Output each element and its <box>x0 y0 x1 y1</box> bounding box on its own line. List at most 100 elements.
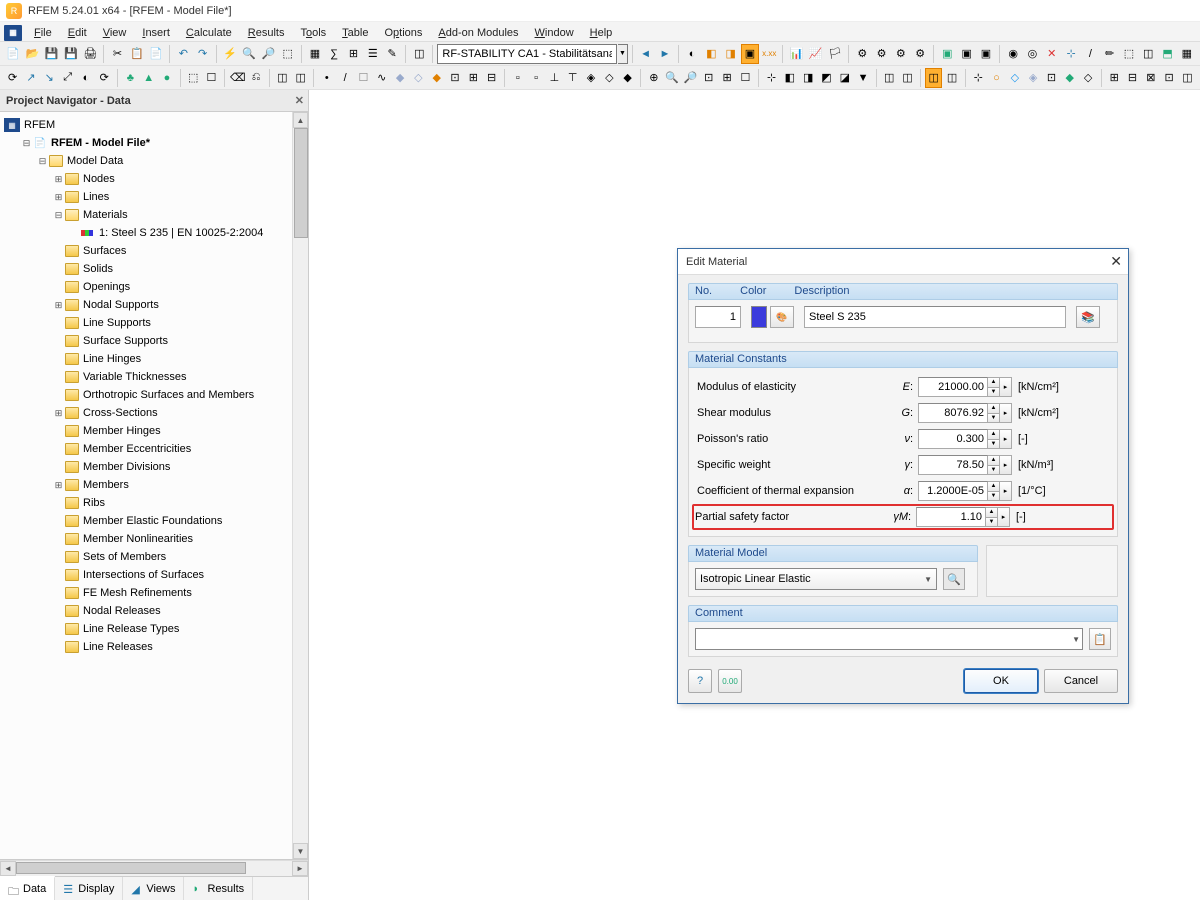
tb-prev-icon[interactable]: ◄ <box>636 44 654 64</box>
spinner[interactable]: ▲▼ <box>988 403 1000 423</box>
tb2-4-icon[interactable]: ⤢ <box>59 68 76 88</box>
const-value-field[interactable] <box>918 481 988 501</box>
const-menu-button[interactable]: ▸ <box>1000 403 1012 423</box>
tb2-30-icon[interactable]: ◈ <box>582 68 599 88</box>
tb-r1-icon[interactable]: ◐ <box>683 44 701 64</box>
tree-item[interactable]: Member Divisions <box>83 461 170 473</box>
tb2-58-icon[interactable]: ⊠ <box>1142 68 1159 88</box>
tree-item[interactable]: Line Releases <box>83 641 153 653</box>
const-value-field[interactable] <box>918 455 988 475</box>
tb2-55-icon[interactable]: ◇ <box>1079 68 1096 88</box>
ok-button[interactable]: OK <box>964 669 1038 693</box>
spinner[interactable]: ▲▼ <box>988 455 1000 475</box>
tb-save-icon[interactable]: 💾 <box>43 44 61 64</box>
tb2-47-icon[interactable]: ◫ <box>925 68 942 88</box>
tb2-22-icon[interactable]: ◆ <box>428 68 445 88</box>
material-desc-field[interactable] <box>804 306 1066 328</box>
tb-saveall-icon[interactable]: 💾 <box>62 44 80 64</box>
scroll-thumb[interactable] <box>294 128 308 238</box>
tb2-21-icon[interactable]: ◇ <box>410 68 427 88</box>
tb2-53-icon[interactable]: ⊡ <box>1043 68 1060 88</box>
tb-list-icon[interactable]: ☰ <box>364 44 382 64</box>
tb-c2-icon[interactable]: ▣ <box>958 44 976 64</box>
tb2-42-icon[interactable]: ◩ <box>818 68 835 88</box>
tb2-32-icon[interactable]: ◆ <box>619 68 636 88</box>
comment-field[interactable]: ▼ <box>695 628 1083 650</box>
tree-item[interactable]: Line Hinges <box>83 353 141 365</box>
menu-calculate[interactable]: Calculate <box>179 25 239 41</box>
tree-item[interactable]: Orthotropic Surfaces and Members <box>83 389 254 401</box>
tb2-31-icon[interactable]: ◇ <box>601 68 618 88</box>
menu-file[interactable]: File <box>27 25 59 41</box>
tb-select-icon[interactable]: ⬚ <box>279 44 297 64</box>
tree-item[interactable]: Surfaces <box>83 245 126 257</box>
tree-root[interactable]: RFEM <box>24 119 55 131</box>
tree-item[interactable]: Line Release Types <box>83 623 179 635</box>
tb2-9-icon[interactable]: ● <box>158 68 175 88</box>
tree-model[interactable]: RFEM - Model File* <box>51 137 150 149</box>
tb-undo-icon[interactable]: ↶ <box>174 44 192 64</box>
tb-module-combo[interactable] <box>437 44 617 64</box>
tb2-17-icon[interactable]: / <box>336 68 353 88</box>
const-menu-button[interactable]: ▸ <box>1000 377 1012 397</box>
const-value-field[interactable] <box>918 403 988 423</box>
tb-grid-icon[interactable]: ▦ <box>306 44 324 64</box>
const-menu-button[interactable]: ▸ <box>1000 455 1012 475</box>
tb2-26-icon[interactable]: ▫ <box>509 68 526 88</box>
tb-table-icon[interactable]: ⊞ <box>344 44 362 64</box>
tb-v2-icon[interactable]: ◎ <box>1023 44 1041 64</box>
tb2-44-icon[interactable]: ▼ <box>854 68 871 88</box>
scroll-thumb-h[interactable] <box>16 862 246 874</box>
scroll-right-icon[interactable]: ► <box>292 861 308 876</box>
menu-view[interactable]: View <box>96 25 134 41</box>
tb2-37-icon[interactable]: ⊞ <box>718 68 735 88</box>
const-menu-button[interactable]: ▸ <box>1000 429 1012 449</box>
tree-item[interactable]: Member Hinges <box>83 425 161 437</box>
menu-insert[interactable]: Insert <box>135 25 177 41</box>
tree-item[interactable]: Members <box>83 479 129 491</box>
tb-win-icon[interactable]: ◫ <box>410 44 428 64</box>
expand-icon[interactable]: ⊞ <box>52 192 65 203</box>
tb2-40-icon[interactable]: ◧ <box>781 68 798 88</box>
tb2-15-icon[interactable]: ◫ <box>292 68 309 88</box>
tb2-57-icon[interactable]: ⊟ <box>1124 68 1141 88</box>
tree-item[interactable]: Cross-Sections <box>83 407 158 419</box>
tb-ms-icon[interactable]: ◫ <box>1139 44 1157 64</box>
scrollbar-vertical[interactable]: ▲ ▼ <box>292 112 308 859</box>
menu-results[interactable]: Results <box>241 25 292 41</box>
tb-es-icon[interactable]: ⬒ <box>1158 44 1176 64</box>
menu-help[interactable]: Help <box>583 25 620 41</box>
tb2-38-icon[interactable]: ☐ <box>737 68 754 88</box>
tree-item[interactable]: Variable Thicknesses <box>83 371 187 383</box>
tb-s4-icon[interactable]: ⚙ <box>911 44 929 64</box>
tb-next-icon[interactable]: ► <box>656 44 674 64</box>
tb2-52-icon[interactable]: ◈ <box>1024 68 1041 88</box>
const-menu-button[interactable]: ▸ <box>1000 481 1012 501</box>
tb-cx-icon[interactable]: ✕ <box>1043 44 1061 64</box>
tree-materials[interactable]: Materials <box>83 209 128 221</box>
tb-find-icon[interactable]: 🔍 <box>240 44 258 64</box>
tb2-49-icon[interactable]: ⊹ <box>970 68 987 88</box>
tb2-8-icon[interactable]: ▲ <box>140 68 157 88</box>
material-library-button[interactable]: 📚 <box>1076 306 1100 328</box>
material-model-edit-button[interactable]: 🔍 <box>943 568 965 590</box>
tb-c1-icon[interactable]: ▣ <box>938 44 956 64</box>
spinner[interactable]: ▲▼ <box>988 429 1000 449</box>
tree-lines[interactable]: Lines <box>83 191 109 203</box>
tb2-5-icon[interactable]: ◐ <box>77 68 94 88</box>
menu-edit[interactable]: Edit <box>61 25 94 41</box>
tree-item[interactable]: FE Mesh Refinements <box>83 587 192 599</box>
tb-redo-icon[interactable]: ↷ <box>193 44 211 64</box>
tb2-41-icon[interactable]: ◨ <box>800 68 817 88</box>
tree-item[interactable]: Intersections of Surfaces <box>83 569 204 581</box>
tb2-12-icon[interactable]: ⌫ <box>229 68 247 88</box>
menu-tools[interactable]: Tools <box>293 25 333 41</box>
tb-r2-icon[interactable]: ◧ <box>702 44 720 64</box>
const-value-field[interactable] <box>918 377 988 397</box>
expand-icon[interactable]: ⊞ <box>52 480 65 491</box>
spinner[interactable]: ▲▼ <box>988 377 1000 397</box>
tb2-51-icon[interactable]: ◇ <box>1006 68 1023 88</box>
tb2-35-icon[interactable]: 🔎 <box>682 68 699 88</box>
tb-v1-icon[interactable]: ◉ <box>1004 44 1022 64</box>
tb-ls-icon[interactable]: / <box>1081 44 1099 64</box>
